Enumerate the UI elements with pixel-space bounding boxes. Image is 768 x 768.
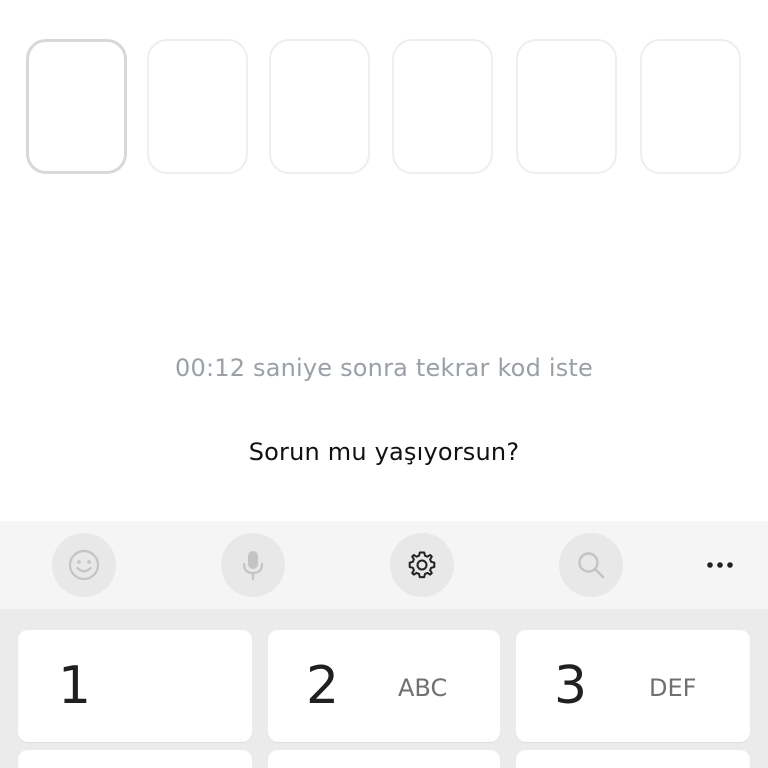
- key-letters: DEF: [649, 674, 697, 702]
- otp-code-input[interactable]: [26, 39, 742, 174]
- search-icon[interactable]: [559, 533, 623, 597]
- emoji-icon[interactable]: [52, 533, 116, 597]
- otp-digit-box-4[interactable]: [392, 39, 493, 174]
- help-link[interactable]: Sorun mu yaşıyorsun?: [0, 438, 768, 466]
- more-dots-icon[interactable]: [688, 533, 752, 597]
- key-1[interactable]: 1: [18, 630, 252, 742]
- key-digit: 2: [306, 656, 340, 716]
- key-row2-middle[interactable]: [268, 750, 500, 768]
- keyboard-toolbar: [0, 521, 768, 609]
- key-2[interactable]: 2 ABC: [268, 630, 500, 742]
- numeric-keyboard: 1 2 ABC 3 DEF: [0, 521, 768, 768]
- otp-digit-box-5[interactable]: [516, 39, 617, 174]
- otp-digit-box-1[interactable]: [26, 39, 127, 174]
- key-digit: 3: [554, 656, 588, 716]
- resend-code-timer: 00:12 saniye sonra tekrar kod iste: [175, 354, 593, 382]
- key-row2-left[interactable]: [18, 750, 252, 768]
- key-row2-right[interactable]: [516, 750, 750, 768]
- microphone-icon[interactable]: [221, 533, 285, 597]
- key-letters: ABC: [398, 674, 448, 702]
- settings-gear-icon[interactable]: [390, 533, 454, 597]
- key-digit: 1: [58, 656, 92, 716]
- otp-digit-box-2[interactable]: [147, 39, 248, 174]
- otp-digit-box-6[interactable]: [640, 39, 741, 174]
- otp-digit-box-3[interactable]: [269, 39, 370, 174]
- key-3[interactable]: 3 DEF: [516, 630, 750, 742]
